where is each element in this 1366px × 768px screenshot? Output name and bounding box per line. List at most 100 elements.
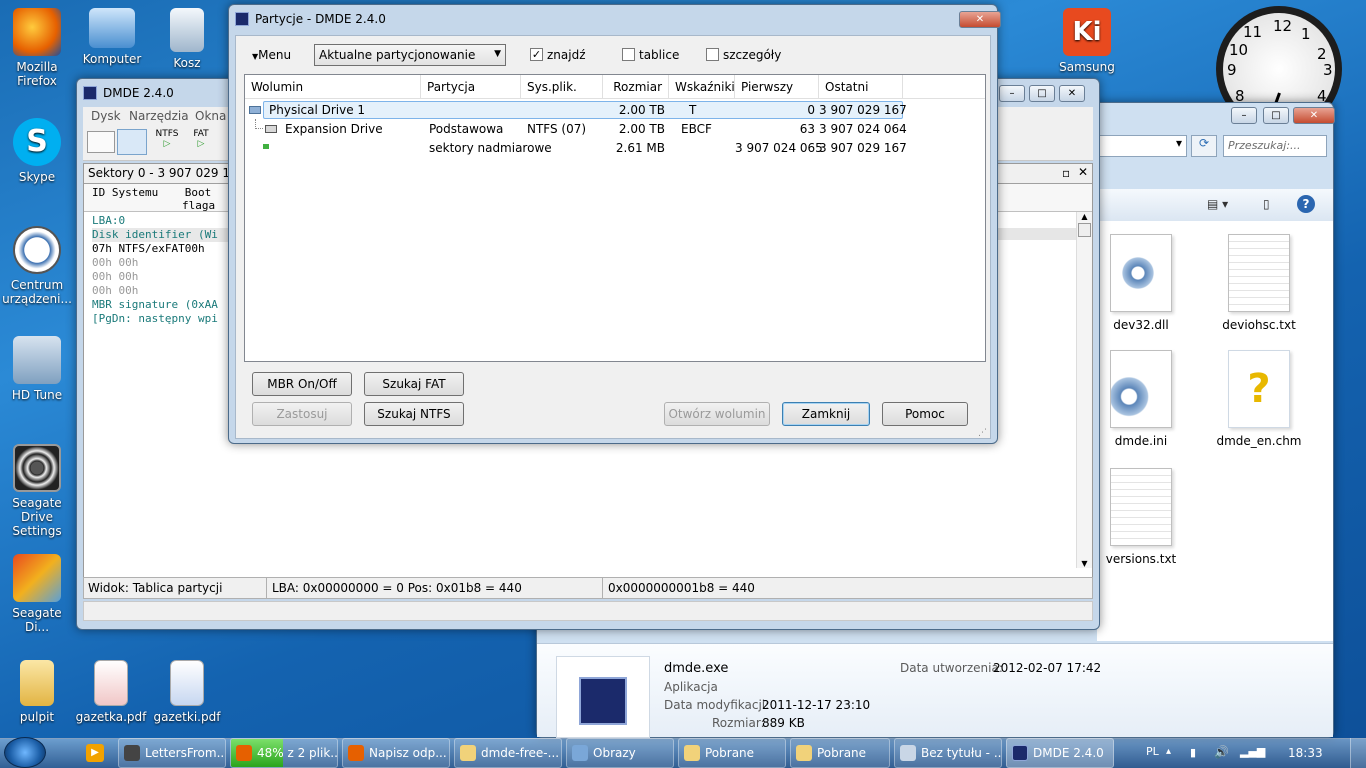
vertical-scrollbar[interactable]: ▲ ▼ xyxy=(1076,212,1092,568)
desktop-icon-firefox[interactable]: Mozilla Firefox xyxy=(0,8,74,88)
firefox-icon xyxy=(236,745,252,761)
taskbar-item-pobrane-1[interactable]: Pobrane xyxy=(678,738,786,768)
menu-button[interactable]: ▼Menu xyxy=(252,48,291,62)
tray-expand-icon[interactable]: ▴ xyxy=(1166,746,1171,757)
clock-time[interactable]: 18:33 xyxy=(1288,746,1323,760)
file-label: dmde_en.chm xyxy=(1216,434,1302,448)
show-desktop-button[interactable] xyxy=(1350,738,1366,768)
network-icon[interactable]: ▮ xyxy=(1190,746,1196,759)
checkbox-znajdz[interactable]: ✓ xyxy=(530,48,543,61)
menu-narzedzia[interactable]: Narzędzia xyxy=(129,109,189,123)
window-title: DMDE 2.4.0 xyxy=(103,86,174,100)
volume-icon[interactable]: 🔊 xyxy=(1214,745,1229,759)
file-dmde-en-chm[interactable]: ? dmde_en.chm xyxy=(1214,350,1304,448)
taskbar-item-letters[interactable]: LettersFrom... xyxy=(118,738,226,768)
close-dialog-button[interactable]: Zamknij xyxy=(782,402,870,426)
signal-icon[interactable]: ▂▄▆ xyxy=(1240,745,1265,758)
desktop-icon-pulpit[interactable]: pulpit xyxy=(0,660,74,724)
desktop-icon-gazetka-pdf[interactable]: gazetka.pdf xyxy=(74,660,148,724)
search-fat-button[interactable]: Szukaj FAT xyxy=(364,372,464,396)
column-header[interactable]: Pierwszy se... xyxy=(735,75,819,118)
checkbox-tablice[interactable] xyxy=(622,48,635,61)
computer-icon xyxy=(89,8,135,48)
taskbar-item-paint[interactable]: Bez tytułu - ... xyxy=(894,738,1002,768)
resize-grip-icon[interactable]: ⋰ xyxy=(978,428,987,438)
mbr-onoff-button[interactable]: MBR On/Off xyxy=(252,372,352,396)
file-dev32-dll[interactable]: dev32.dll xyxy=(1096,234,1186,332)
minimize-button[interactable]: – xyxy=(1231,107,1257,124)
column-header[interactable]: Wolumin xyxy=(245,75,421,99)
taskbar-item-dmde[interactable]: DMDE 2.4.0 xyxy=(1006,738,1114,768)
taskbar-item-obrazy[interactable]: Obrazy xyxy=(566,738,674,768)
file-dmde-ini[interactable]: dmde.ini xyxy=(1096,350,1186,448)
text-file-icon xyxy=(1110,468,1172,546)
partitions-icon[interactable] xyxy=(117,129,147,155)
cell-size: 2.61 MB xyxy=(615,141,665,155)
address-bar[interactable]: ▾ xyxy=(1097,135,1187,157)
minimize-button[interactable]: – xyxy=(999,85,1025,102)
partitions-dialog[interactable]: Partycje - DMDE 2.4.0 ✕ ▼Menu Aktualne p… xyxy=(228,4,1001,444)
close-button[interactable]: ✕ xyxy=(1293,107,1335,124)
desktop-icon-computer[interactable]: Komputer xyxy=(75,8,149,66)
refresh-icon[interactable]: ⟳ xyxy=(1191,135,1217,157)
taskbar-item-pobrane-2[interactable]: Pobrane xyxy=(790,738,890,768)
file-deviohsc-txt[interactable]: deviohsc.txt xyxy=(1214,234,1304,332)
cell-size: 2.00 TB xyxy=(618,103,665,117)
icon-label: Samsung xyxy=(1059,60,1115,74)
file-label: dmde.ini xyxy=(1114,434,1168,448)
details-modified-value: 2011-12-17 23:10 xyxy=(762,698,871,712)
partitioning-dropdown[interactable]: Aktualne partycjonowanie ▼ xyxy=(314,44,506,66)
close-button[interactable]: ✕ xyxy=(1059,85,1085,102)
desktop-icon-skype[interactable]: S Skype xyxy=(0,118,74,184)
taskbar-item-download[interactable]: 48% z 2 plik... xyxy=(230,738,338,768)
help-button[interactable]: Pomoc xyxy=(882,402,968,426)
icon-label: Mozilla Firefox xyxy=(16,60,58,88)
column-header[interactable]: Wskaźniki xyxy=(669,75,735,99)
start-button[interactable] xyxy=(4,737,46,768)
desktop-icon-samsung[interactable]: Ki Samsung xyxy=(1050,8,1124,74)
explorer-toolbar: ▤ ▾ ▯ ? xyxy=(1097,189,1333,221)
fat-tool-button[interactable]: FAT ▷ xyxy=(187,129,215,149)
column-header[interactable]: Partycja xyxy=(421,75,521,99)
partition-table[interactable]: Wolumin Partycja Sys.plik. Rozmiar Wskaź… xyxy=(244,74,986,362)
search-ntfs-button[interactable]: Szukaj NTFS xyxy=(364,402,464,426)
ntfs-tool-button[interactable]: NTFS ▷ xyxy=(153,129,181,149)
search-input[interactable]: Przeszukaj:... xyxy=(1223,135,1327,157)
desktop-icon-hd-tune[interactable]: HD Tune xyxy=(0,336,74,402)
app-icon xyxy=(124,745,140,761)
quicklaunch-media-icon[interactable]: ▶ xyxy=(86,744,104,762)
desktop-icon-seagate-discwizard[interactable]: Seagate Di... xyxy=(0,554,74,634)
maximize-button[interactable]: □ xyxy=(1029,85,1055,102)
checkbox-szczegoly[interactable] xyxy=(706,48,719,61)
taskbar-item-dmde-free[interactable]: dmde-free-... xyxy=(454,738,562,768)
open-volume-button[interactable]: Otwórz wolumin xyxy=(664,402,770,426)
panel-close-icon[interactable]: ✕ xyxy=(1078,165,1088,179)
apply-button[interactable]: Zastosuj xyxy=(252,402,352,426)
desktop-icon-device-center[interactable]: Centrum urządzeni... xyxy=(0,226,74,306)
language-indicator[interactable]: PL xyxy=(1146,745,1159,758)
panel-restore-icon[interactable]: ▫ xyxy=(1062,166,1070,180)
drive-icon[interactable] xyxy=(87,131,115,153)
hex-view[interactable]: LBA:0 Disk identifier (Wi 07h NTFS/exFAT… xyxy=(92,214,232,326)
file-versions-txt[interactable]: versions.txt xyxy=(1096,468,1186,566)
close-button[interactable]: ✕ xyxy=(959,11,1001,28)
taskbar-item-napisz[interactable]: Napisz odp... xyxy=(342,738,450,768)
help-icon[interactable]: ? xyxy=(1297,195,1315,213)
desktop-icon-seagate-settings[interactable]: Seagate Drive Settings xyxy=(0,444,74,538)
desktop-icon-gazetki-pdf[interactable]: gazetki.pdf xyxy=(150,660,224,724)
column-header[interactable]: Rozmiar xyxy=(603,75,669,99)
cell-partition: Podstawowa xyxy=(429,122,504,136)
skype-icon: S xyxy=(13,118,61,166)
maximize-button[interactable]: □ xyxy=(1263,107,1289,124)
column-header[interactable]: Ostatni sekt... xyxy=(819,75,903,118)
menu-okna[interactable]: Okna xyxy=(195,109,226,123)
menu-dysk[interactable]: Dysk xyxy=(91,109,121,123)
cell-last-sector: 3 907 029 167 xyxy=(819,141,907,155)
preview-pane-icon[interactable]: ▯ xyxy=(1263,197,1270,211)
paint-icon xyxy=(900,745,916,761)
desktop-icon-recycle-bin[interactable]: Kosz xyxy=(150,8,224,70)
table-header: Wolumin Partycja Sys.plik. Rozmiar Wskaź… xyxy=(245,75,985,118)
views-icon[interactable]: ▤ ▾ xyxy=(1207,197,1228,211)
status-divider xyxy=(602,578,603,598)
column-header[interactable]: Sys.plik. xyxy=(521,75,603,99)
